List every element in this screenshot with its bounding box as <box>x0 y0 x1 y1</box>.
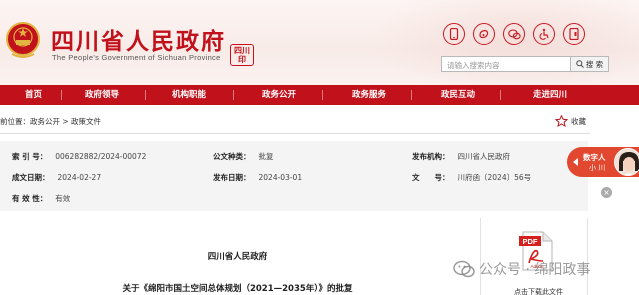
document-title: 关于《绵阳市国土空间总体规划（2021—2035年）》的批复 <box>122 284 353 294</box>
search-input[interactable]: 请输入搜索内容 <box>441 56 571 72</box>
favorite-label: 收藏 <box>571 116 586 126</box>
quick-icons <box>443 23 613 47</box>
nav-item-interaction[interactable]: 政民互动 <box>441 85 475 105</box>
watermark-text: 公众号 · 绵阳政事 <box>479 262 591 278</box>
site-header: 四川省人民政府 The People's Government of Sichu… <box>0 0 639 85</box>
document-issuer: 四川省人民政府 <box>207 252 268 262</box>
info-issuer: 发布机构： 四川省人民政府 <box>412 152 510 161</box>
document-info-box: 索 引 号： 006282882/2024-00072 公文种类： 批复 发布机构：… <box>0 141 588 211</box>
arrow-left-icon <box>573 158 578 166</box>
divider <box>0 133 590 134</box>
star-icon <box>555 115 568 127</box>
nav-divider <box>233 90 234 100</box>
site-subtitle: The People's Government of Sichuan Provi… <box>52 53 221 62</box>
watermark: 公众号 · 绵阳政事 <box>453 258 590 280</box>
download-link[interactable]: 点击下载此文件 <box>514 287 563 295</box>
close-icon[interactable]: × <box>601 187 612 198</box>
nav-item-functions[interactable]: 机构职能 <box>172 85 206 105</box>
nav-divider <box>145 90 146 100</box>
sichuan-seal-logo: 四川印 <box>230 44 254 66</box>
nav-divider <box>500 90 501 100</box>
digital-person-name: 小 川 <box>589 164 606 172</box>
info-category: 公文种类： 批复 <box>213 152 274 161</box>
elder-mode-icon[interactable] <box>563 23 585 45</box>
accessibility-icon[interactable] <box>533 23 555 45</box>
favorite-button[interactable]: 收藏 <box>555 114 595 128</box>
search-button[interactable]: 搜 索 <box>571 56 609 72</box>
mobile-icon[interactable] <box>443 23 465 45</box>
info-doc-number: 文 号： 川府函〔2024〕56号 <box>412 173 532 182</box>
nav-divider <box>411 90 412 100</box>
digital-person-avatar <box>614 148 639 176</box>
nav-item-leaders[interactable]: 政府领导 <box>85 85 119 105</box>
nav-item-open-affairs[interactable]: 政务公开 <box>262 85 296 105</box>
wechat-official-icon <box>453 260 475 278</box>
search-button-label: 搜 索 <box>585 59 604 69</box>
search-icon <box>576 60 584 68</box>
nav-item-services[interactable]: 政务服务 <box>352 85 386 105</box>
info-index: 索 引 号： 006282882/2024-00072 <box>12 152 147 161</box>
breadcrumb[interactable]: 前位置：政务公开 > 政策文件 <box>0 116 101 127</box>
nav-divider <box>61 90 62 100</box>
national-emblem-icon <box>6 22 40 58</box>
wechat-icon[interactable] <box>503 23 525 45</box>
nav-item-about-sichuan[interactable]: 走进四川 <box>533 85 567 105</box>
digital-person-widget[interactable]: 数字人 小 川 <box>567 147 639 177</box>
digital-person-title: 数字人 <box>583 153 606 162</box>
nav-item-home[interactable]: 首页 <box>25 85 42 105</box>
weibo-icon[interactable] <box>473 23 495 45</box>
main-nav: 首页 政府领导 机构职能 政务公开 政务服务 政民互动 走进四川 <box>0 85 639 105</box>
info-created-date: 成文日期： 2024-02-27 <box>12 173 102 182</box>
nav-divider <box>322 90 323 100</box>
site-title[interactable]: 四川省人民政府 <box>51 22 226 56</box>
info-published-date: 发布日期： 2024-03-01 <box>213 173 303 182</box>
info-validity: 有 效 性： 有效 <box>12 194 71 203</box>
pdf-icon-text: PDF <box>523 237 538 246</box>
